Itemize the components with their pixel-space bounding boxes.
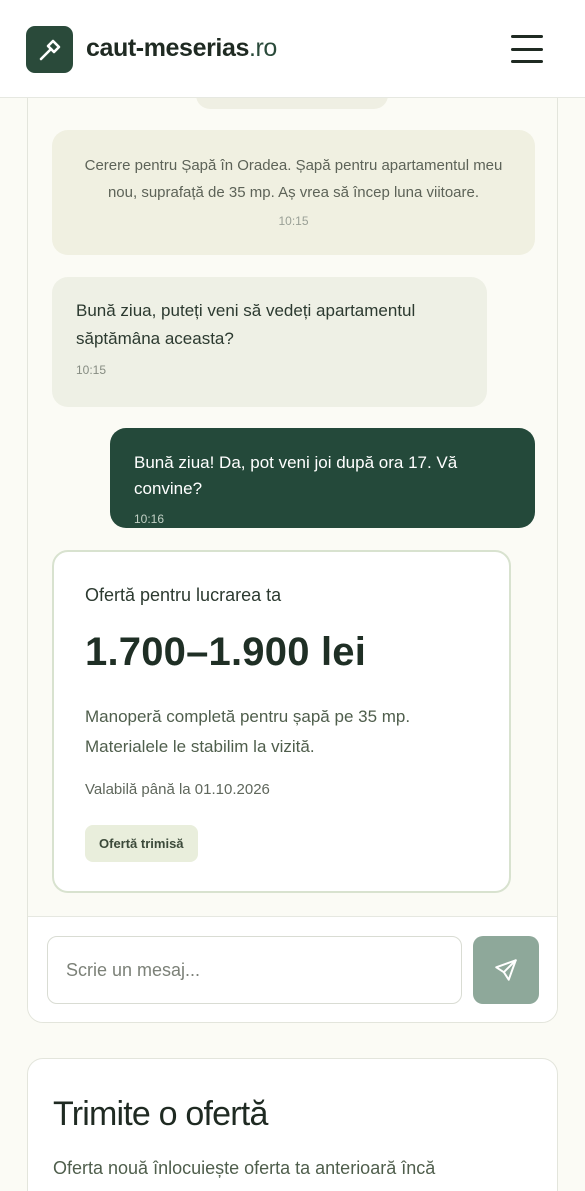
- system-message: Cerere pentru Șapă în Oradea. Șapă pentr…: [52, 130, 535, 255]
- send-offer-section: Trimite o ofertă Oferta nouă înlocuiește…: [27, 1058, 558, 1191]
- message-time: 10:16: [134, 512, 165, 526]
- incoming-message: Bună ziua, puteți veni să vedeți apartam…: [52, 277, 487, 407]
- brand-name: caut-meserias: [86, 34, 249, 62]
- offer-title: Ofertă pentru lucrarea ta: [85, 585, 282, 605]
- offer-validity: Valabilă până la 01.10.2026: [85, 781, 270, 798]
- message-composer: [28, 916, 557, 1022]
- brand-logo[interactable]: caut-meserias.ro: [86, 34, 277, 63]
- system-message-text: Cerere pentru Șapă în Oradea. Șapă pentr…: [84, 157, 503, 201]
- brand-tld: .ro: [248, 34, 277, 62]
- send-offer-title: Trimite o ofertă: [53, 1095, 268, 1133]
- outgoing-message: Bună ziua! Da, pot veni joi după ora 17.…: [110, 428, 535, 528]
- send-icon: [495, 959, 517, 981]
- send-button[interactable]: [473, 936, 539, 1004]
- offer-status-badge: Ofertă trimisă: [85, 825, 198, 862]
- send-offer-description: Oferta nouă înlocuiește oferta ta anteri…: [53, 1158, 436, 1178]
- message-time: 10:15: [76, 363, 107, 377]
- chat-panel: Cerere pentru Șapă în Oradea. Șapă pentr…: [27, 60, 558, 1023]
- outgoing-message-text: Bună ziua! Da, pot veni joi după ora 17.…: [134, 453, 458, 498]
- message-time: 10:15: [278, 214, 309, 228]
- offer-description: Manoperă completă pentru șapă pe 35 mp. …: [85, 707, 411, 756]
- incoming-message-text: Bună ziua, puteți veni să vedeți apartam…: [76, 301, 416, 348]
- hamburger-menu-icon[interactable]: [511, 35, 543, 63]
- site-header: caut-meserias.ro: [0, 0, 585, 98]
- hammer-icon[interactable]: [26, 26, 73, 73]
- offer-price: 1.700–1.900 lei: [85, 630, 367, 674]
- offer-card: Ofertă pentru lucrarea ta 1.700–1.900 le…: [52, 550, 511, 893]
- message-input[interactable]: [47, 936, 462, 1004]
